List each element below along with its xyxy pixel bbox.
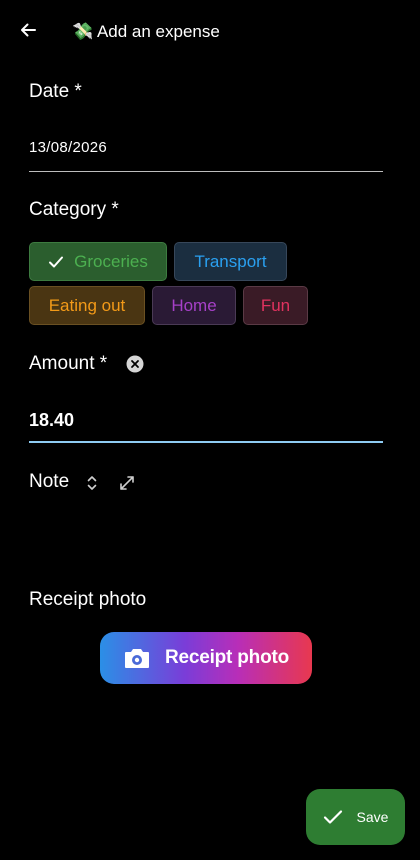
back-button[interactable] <box>12 16 44 48</box>
date-field[interactable]: 13/08/2026 <box>29 130 383 172</box>
category-label: Category * <box>29 199 119 220</box>
clear-circle-icon <box>126 355 144 377</box>
date-value: 13/08/2026 <box>29 139 108 156</box>
receipt-button-label: Receipt photo <box>164 647 290 668</box>
chip-label: Transport <box>194 251 267 271</box>
page-title: 💸 Add an expense <box>72 22 220 41</box>
category-chip-transport[interactable]: Transport <box>174 242 287 281</box>
note-resize-button[interactable] <box>84 473 100 493</box>
category-chip-groceries[interactable]: Groceries <box>29 242 167 281</box>
amount-label: Amount * <box>29 353 108 374</box>
amount-field[interactable]: 18.40 <box>29 400 383 443</box>
chip-label: Eating out <box>48 295 126 315</box>
note-expand-button[interactable] <box>117 473 137 493</box>
category-chip-eating-out[interactable]: Eating out <box>29 286 145 325</box>
category-chip-fun[interactable]: Fun <box>243 286 308 325</box>
date-label: Date * <box>29 81 82 102</box>
check-icon <box>323 809 343 825</box>
check-icon <box>48 254 64 270</box>
unfold-icon <box>84 476 100 497</box>
amount-value: 18.40 <box>29 410 75 430</box>
expand-icon <box>117 476 137 497</box>
receipt-photo-button[interactable]: Receipt photo <box>100 632 312 684</box>
camera-icon <box>123 646 151 670</box>
arrow-left-icon <box>18 20 38 45</box>
chip-label: Home <box>171 295 217 315</box>
category-chip-home[interactable]: Home <box>152 286 236 325</box>
save-label: Save <box>356 809 389 825</box>
chip-label: Groceries <box>74 251 148 271</box>
save-button[interactable]: Save <box>306 789 405 845</box>
receipt-label: Receipt photo <box>29 589 147 610</box>
chip-label: Fun <box>260 295 291 315</box>
note-label: Note <box>29 471 70 492</box>
top-app-bar: 💸 Add an expense <box>0 0 420 64</box>
clear-amount-button[interactable] <box>126 355 144 373</box>
